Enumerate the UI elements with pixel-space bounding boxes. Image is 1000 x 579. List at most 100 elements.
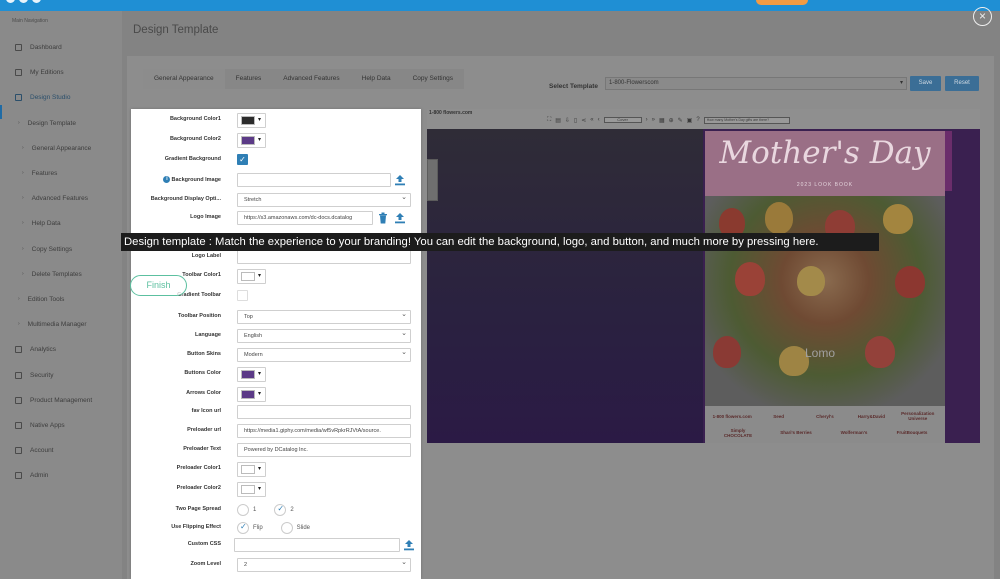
preloader-color2-picker[interactable]: ▾ bbox=[237, 482, 266, 497]
toolbar-color1-picker[interactable]: ▾ bbox=[237, 269, 266, 284]
grid-icon[interactable]: ▣ bbox=[687, 117, 693, 124]
sidebar-item-security[interactable]: Security bbox=[0, 368, 122, 382]
buttons-color-picker[interactable]: ▾ bbox=[237, 367, 266, 382]
sidebar-item-label: Design Studio bbox=[30, 93, 71, 101]
row-fav-icon: fav Icon url bbox=[131, 405, 421, 419]
preloader-color1-picker[interactable]: ▾ bbox=[237, 462, 266, 477]
reset-button[interactable]: Reset bbox=[945, 76, 979, 91]
sidebar-item-general-appearance[interactable]: › General Appearance bbox=[0, 141, 122, 155]
sidebar-item-native-apps[interactable]: Native Apps bbox=[0, 418, 122, 432]
chevron-right-icon: › bbox=[22, 220, 24, 226]
select-template-dropdown[interactable]: 1-800-Flowerscom bbox=[605, 77, 907, 90]
logo-image-input[interactable]: https://s3.amazonaws.com/dc-docs.dcatalo… bbox=[237, 211, 373, 225]
language-select[interactable]: English bbox=[237, 329, 411, 343]
tour-finish-button[interactable]: Finish bbox=[130, 275, 187, 296]
background-color2-picker[interactable]: ▾ bbox=[237, 133, 266, 148]
row-background-color1: Background Color1 ▾ bbox=[131, 113, 421, 128]
upload-icon[interactable] bbox=[394, 212, 406, 224]
background-display-select[interactable]: Stretch bbox=[237, 193, 411, 207]
tab-help-data[interactable]: Help Data bbox=[351, 69, 402, 89]
field-label: Toolbar Color1 bbox=[182, 272, 221, 278]
field-label: Preloader url bbox=[187, 427, 221, 433]
row-background-display: Background Display Opti... Stretch bbox=[131, 193, 421, 207]
sidebar-item-account[interactable]: Account bbox=[0, 443, 122, 457]
logo-label-input[interactable] bbox=[237, 250, 411, 264]
spread-1-radio[interactable] bbox=[237, 504, 249, 516]
tulip-shape bbox=[797, 266, 825, 296]
tab-advanced-features[interactable]: Advanced Features bbox=[272, 69, 350, 89]
sidebar-item-copy-settings[interactable]: › Copy Settings bbox=[0, 242, 122, 256]
gradient-toolbar-checkbox[interactable] bbox=[237, 290, 248, 301]
background-color1-picker[interactable]: ▾ bbox=[237, 113, 266, 128]
next-page-icon[interactable]: › bbox=[646, 117, 648, 123]
custom-css-input[interactable] bbox=[234, 538, 400, 552]
thumbnails-icon[interactable]: ▦ bbox=[659, 117, 665, 124]
spread-2-radio[interactable] bbox=[274, 504, 287, 516]
sidebar-item-design-studio[interactable]: Design Studio bbox=[0, 90, 122, 104]
slide-radio[interactable] bbox=[280, 522, 293, 534]
field-label: Use Flipping Effect bbox=[171, 524, 221, 530]
sidebar-item-label: Account bbox=[30, 446, 54, 454]
field-label: Background Color2 bbox=[169, 136, 221, 142]
trash-icon[interactable] bbox=[378, 212, 388, 224]
first-page-icon[interactable]: « bbox=[590, 117, 593, 123]
print-icon[interactable]: ▤ bbox=[555, 117, 561, 124]
flipbook-preview[interactable]: 1-800 flowers.com ⛶ ▤ ⇩ ▯ ⋖ « ‹ Cover › … bbox=[427, 109, 980, 443]
sidebar-item-multimedia-manager[interactable]: › Multimedia Manager bbox=[0, 317, 122, 331]
sidebar-item-features[interactable]: › Features bbox=[0, 166, 122, 180]
button-skins-select[interactable]: Modern bbox=[237, 348, 411, 362]
row-preloader-text: Preloader Text Powered by DCatalog Inc. bbox=[131, 443, 421, 457]
tulip-shape bbox=[865, 336, 895, 368]
sidebar-item-label: Native Apps bbox=[30, 421, 65, 429]
arrows-color-picker[interactable]: ▾ bbox=[237, 387, 266, 402]
upload-icon[interactable] bbox=[394, 174, 406, 186]
mobile-icon bbox=[15, 421, 22, 429]
tab-copy-settings[interactable]: Copy Settings bbox=[402, 69, 464, 89]
sidebar-item-admin[interactable]: Admin bbox=[0, 468, 122, 482]
bookmark-icon[interactable]: ▯ bbox=[574, 117, 577, 124]
sidebar-item-analytics[interactable]: Analytics bbox=[0, 342, 122, 356]
fullscreen-icon[interactable]: ⛶ bbox=[547, 117, 551, 124]
download-icon[interactable]: ⇩ bbox=[565, 117, 570, 124]
sidebar-item-dashboard[interactable]: Dashboard bbox=[0, 40, 122, 54]
sidebar-item-delete-templates[interactable]: › Delete Templates bbox=[0, 267, 122, 281]
side-panel-tab[interactable] bbox=[427, 159, 438, 201]
tour-close-icon[interactable]: × bbox=[973, 7, 992, 26]
flip-radio[interactable] bbox=[237, 522, 249, 534]
cover-photo: Lomo bbox=[705, 196, 945, 406]
tab-features[interactable]: Features bbox=[225, 69, 273, 89]
gradient-background-checkbox[interactable]: ✓ bbox=[237, 154, 248, 165]
help-icon[interactable]: ? bbox=[696, 117, 699, 123]
page-indicator[interactable]: Cover bbox=[603, 117, 642, 123]
upload-icon[interactable] bbox=[403, 539, 415, 551]
partner-logo: Seed bbox=[773, 413, 784, 419]
sidebar-item-edition-tools[interactable]: › Edition Tools bbox=[0, 292, 122, 306]
radio-label: 1 bbox=[253, 507, 257, 513]
field-label: Preloader Text bbox=[183, 446, 221, 452]
save-button[interactable]: Save bbox=[910, 76, 941, 91]
sidebar-item-help-data[interactable]: › Help Data bbox=[0, 216, 122, 230]
sidebar-item-advanced-features[interactable]: › Advanced Features bbox=[0, 191, 122, 205]
field-label-text: Background Image bbox=[171, 176, 221, 183]
fav-icon-input[interactable] bbox=[237, 405, 411, 419]
sidebar-item-my-editions[interactable]: My Editions bbox=[0, 65, 122, 79]
preloader-url-input[interactable]: https://media1.giphy.com/media/wf5vRpkrR… bbox=[237, 424, 411, 438]
row-flipping-effect: Use Flipping Effect Flip Slide bbox=[131, 521, 421, 535]
header-action-button[interactable] bbox=[756, 0, 808, 5]
zoom-icon[interactable]: ⊕ bbox=[669, 117, 674, 124]
caret-down-icon: ▾ bbox=[258, 391, 262, 397]
preloader-text-input[interactable]: Powered by DCatalog Inc. bbox=[237, 443, 411, 457]
sidebar-item-label: General Appearance bbox=[31, 144, 92, 152]
edit-icon[interactable]: ✎ bbox=[678, 117, 683, 124]
background-image-input[interactable] bbox=[237, 173, 391, 187]
tab-general-appearance[interactable]: General Appearance bbox=[143, 69, 225, 89]
cart-icon bbox=[15, 396, 22, 404]
sidebar-item-product-management[interactable]: Product Management bbox=[0, 393, 122, 407]
last-page-icon[interactable]: » bbox=[652, 117, 655, 123]
share-icon[interactable]: ⋖ bbox=[581, 117, 586, 124]
zoom-level-select[interactable]: 2 bbox=[237, 558, 411, 572]
sidebar-item-design-template[interactable]: › Design Template bbox=[0, 116, 122, 130]
prev-page-icon[interactable]: ‹ bbox=[598, 117, 600, 123]
preview-search-input[interactable]: How many Mother's Day gifts are there? bbox=[703, 116, 790, 124]
toolbar-position-select[interactable]: Top bbox=[237, 310, 411, 324]
